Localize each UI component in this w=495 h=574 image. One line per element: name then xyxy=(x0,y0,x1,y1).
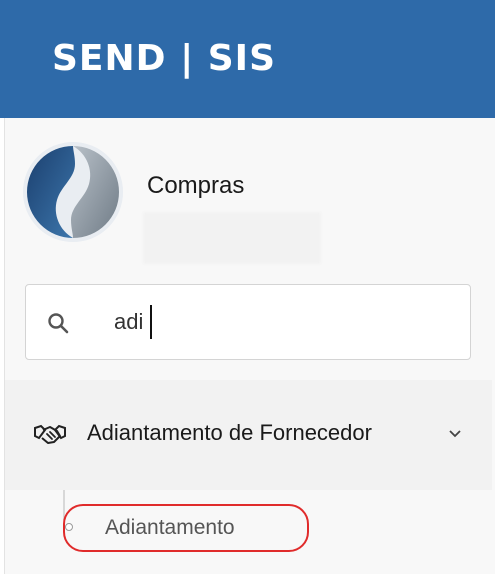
search-input[interactable] xyxy=(114,305,414,339)
menu-item-adiantamento-de-fornecedor[interactable]: Adiantamento de Fornecedor xyxy=(5,380,492,490)
submenu-item-adiantamento[interactable]: Adiantamento xyxy=(63,504,309,552)
app-brand: SEND | SIS xyxy=(52,38,276,79)
chevron-down-icon[interactable] xyxy=(447,426,463,442)
submenu-item-label: Adiantamento xyxy=(105,516,235,539)
search-box[interactable] xyxy=(25,284,471,360)
avatar xyxy=(23,142,123,242)
profile-name: Compras xyxy=(147,172,245,199)
menu-group-adiantamento-fornecedor: Adiantamento de Fornecedor xyxy=(5,380,492,490)
user-profile: Compras xyxy=(23,142,493,264)
search-icon xyxy=(48,313,69,334)
sidebar: Compras Adiantamento de Fornecedor xyxy=(4,118,495,574)
menu-item-label: Adiantamento de Fornecedor xyxy=(87,420,372,445)
profile-subtitle-redacted xyxy=(143,212,321,264)
submenu: Adiantamento xyxy=(5,490,492,574)
text-caret xyxy=(150,305,152,339)
handshake-icon xyxy=(34,424,66,444)
top-bar: SEND | SIS xyxy=(0,0,495,118)
company-logo-icon xyxy=(23,142,123,242)
